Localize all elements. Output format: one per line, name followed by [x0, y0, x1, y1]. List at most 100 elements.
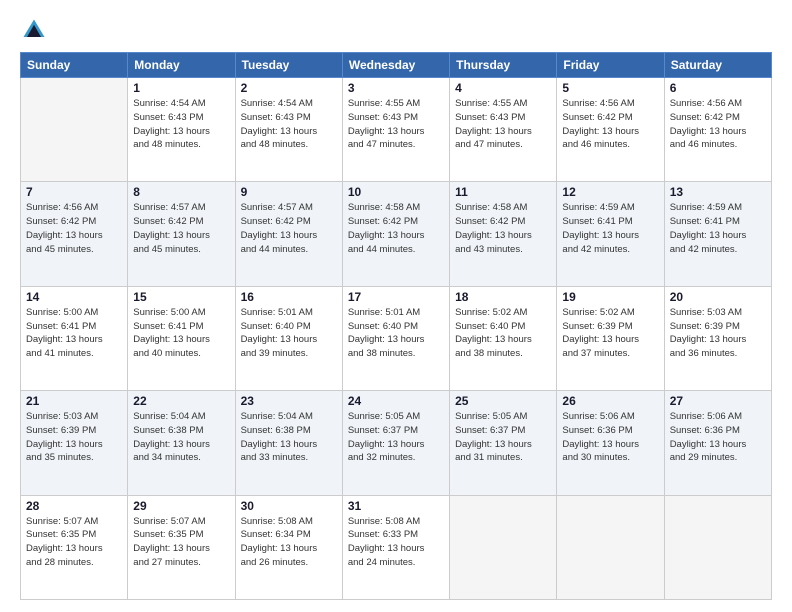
calendar-day-cell: 31 Sunrise: 5:08 AMSunset: 6:33 PMDayligh… — [342, 495, 449, 599]
day-detail: Sunrise: 4:56 AMSunset: 6:42 PMDaylight:… — [562, 97, 658, 152]
day-detail: Sunrise: 4:59 AMSunset: 6:41 PMDaylight:… — [670, 201, 766, 256]
calendar-day-cell: 9 Sunrise: 4:57 AMSunset: 6:42 PMDaylight… — [235, 182, 342, 286]
calendar-day-cell: 16 Sunrise: 5:01 AMSunset: 6:40 PMDayligh… — [235, 286, 342, 390]
day-number: 25 — [455, 394, 551, 408]
weekday-header: Tuesday — [235, 53, 342, 78]
day-number: 14 — [26, 290, 122, 304]
calendar-day-cell: 20 Sunrise: 5:03 AMSunset: 6:39 PMDayligh… — [664, 286, 771, 390]
calendar-week-row: 1 Sunrise: 4:54 AMSunset: 6:43 PMDaylight… — [21, 78, 772, 182]
header — [20, 16, 772, 44]
calendar-day-cell: 27Sunrise: 5:06 AMSunset: 6:36 PMDayligh… — [664, 391, 771, 495]
calendar-day-cell: 24 Sunrise: 5:05 AMSunset: 6:37 PMDayligh… — [342, 391, 449, 495]
calendar-day-cell: 5 Sunrise: 4:56 AMSunset: 6:42 PMDaylight… — [557, 78, 664, 182]
day-detail: Sunrise: 5:08 AMSunset: 6:33 PMDaylight:… — [348, 515, 444, 570]
day-detail: Sunrise: 4:58 AMSunset: 6:42 PMDaylight:… — [455, 201, 551, 256]
weekday-header: Monday — [128, 53, 235, 78]
day-number: 28 — [26, 499, 122, 513]
day-detail: Sunrise: 5:01 AMSunset: 6:40 PMDaylight:… — [241, 306, 337, 361]
weekday-header: Wednesday — [342, 53, 449, 78]
day-detail: Sunrise: 5:04 AMSunset: 6:38 PMDaylight:… — [133, 410, 229, 465]
day-detail: Sunrise: 4:56 AMSunset: 6:42 PMDaylight:… — [26, 201, 122, 256]
calendar-day-cell: 21 Sunrise: 5:03 AMSunset: 6:39 PMDayligh… — [21, 391, 128, 495]
day-detail: Sunrise: 5:04 AMSunset: 6:38 PMDaylight:… — [241, 410, 337, 465]
calendar-day-cell: 4Sunrise: 4:55 AMSunset: 6:43 PMDaylight… — [450, 78, 557, 182]
day-number: 23 — [241, 394, 337, 408]
calendar-day-cell: 6 Sunrise: 4:56 AMSunset: 6:42 PMDaylight… — [664, 78, 771, 182]
day-number: 4 — [455, 81, 551, 95]
day-number: 18 — [455, 290, 551, 304]
day-detail: Sunrise: 4:59 AMSunset: 6:41 PMDaylight:… — [562, 201, 658, 256]
day-number: 1 — [133, 81, 229, 95]
day-detail: Sunrise: 5:07 AMSunset: 6:35 PMDaylight:… — [26, 515, 122, 570]
calendar-day-cell: 19 Sunrise: 5:02 AMSunset: 6:39 PMDayligh… — [557, 286, 664, 390]
calendar-day-cell: 12Sunrise: 4:59 AMSunset: 6:41 PMDayligh… — [557, 182, 664, 286]
day-number: 7 — [26, 185, 122, 199]
day-number: 5 — [562, 81, 658, 95]
day-detail: Sunrise: 5:02 AMSunset: 6:40 PMDaylight:… — [455, 306, 551, 361]
calendar-day-cell: 23 Sunrise: 5:04 AMSunset: 6:38 PMDayligh… — [235, 391, 342, 495]
calendar-day-cell: 3 Sunrise: 4:55 AMSunset: 6:43 PMDaylight… — [342, 78, 449, 182]
page: SundayMondayTuesdayWednesdayThursdayFrid… — [0, 0, 792, 612]
calendar-week-row: 14Sunrise: 5:00 AMSunset: 6:41 PMDayligh… — [21, 286, 772, 390]
day-number: 9 — [241, 185, 337, 199]
day-number: 19 — [562, 290, 658, 304]
calendar-day-cell: 15Sunrise: 5:00 AMSunset: 6:41 PMDayligh… — [128, 286, 235, 390]
day-number: 15 — [133, 290, 229, 304]
calendar-day-cell: 8 Sunrise: 4:57 AMSunset: 6:42 PMDaylight… — [128, 182, 235, 286]
day-detail: Sunrise: 5:01 AMSunset: 6:40 PMDaylight:… — [348, 306, 444, 361]
calendar-day-cell: 22Sunrise: 5:04 AMSunset: 6:38 PMDayligh… — [128, 391, 235, 495]
day-number: 6 — [670, 81, 766, 95]
day-detail: Sunrise: 4:54 AMSunset: 6:43 PMDaylight:… — [133, 97, 229, 152]
calendar-day-cell: 18 Sunrise: 5:02 AMSunset: 6:40 PMDayligh… — [450, 286, 557, 390]
calendar-day-cell: 26 Sunrise: 5:06 AMSunset: 6:36 PMDayligh… — [557, 391, 664, 495]
day-number: 20 — [670, 290, 766, 304]
calendar-table: SundayMondayTuesdayWednesdayThursdayFrid… — [20, 52, 772, 600]
day-number: 26 — [562, 394, 658, 408]
calendar-day-cell: 14Sunrise: 5:00 AMSunset: 6:41 PMDayligh… — [21, 286, 128, 390]
day-detail: Sunrise: 5:07 AMSunset: 6:35 PMDaylight:… — [133, 515, 229, 570]
day-number: 16 — [241, 290, 337, 304]
calendar-day-cell: 17 Sunrise: 5:01 AMSunset: 6:40 PMDayligh… — [342, 286, 449, 390]
day-detail: Sunrise: 4:57 AMSunset: 6:42 PMDaylight:… — [241, 201, 337, 256]
day-number: 2 — [241, 81, 337, 95]
day-detail: Sunrise: 4:58 AMSunset: 6:42 PMDaylight:… — [348, 201, 444, 256]
day-number: 10 — [348, 185, 444, 199]
calendar-week-row: 21 Sunrise: 5:03 AMSunset: 6:39 PMDayligh… — [21, 391, 772, 495]
day-number: 8 — [133, 185, 229, 199]
weekday-header: Saturday — [664, 53, 771, 78]
calendar-day-cell: 30Sunrise: 5:08 AMSunset: 6:34 PMDayligh… — [235, 495, 342, 599]
calendar-week-row: 28 Sunrise: 5:07 AMSunset: 6:35 PMDayligh… — [21, 495, 772, 599]
day-detail: Sunrise: 5:03 AMSunset: 6:39 PMDaylight:… — [26, 410, 122, 465]
day-detail: Sunrise: 4:54 AMSunset: 6:43 PMDaylight:… — [241, 97, 337, 152]
day-detail: Sunrise: 5:06 AMSunset: 6:36 PMDaylight:… — [670, 410, 766, 465]
calendar-day-cell: 25 Sunrise: 5:05 AMSunset: 6:37 PMDayligh… — [450, 391, 557, 495]
weekday-header: Thursday — [450, 53, 557, 78]
calendar-day-cell: 13 Sunrise: 4:59 AMSunset: 6:41 PMDayligh… — [664, 182, 771, 286]
day-number: 29 — [133, 499, 229, 513]
calendar-header-row: SundayMondayTuesdayWednesdayThursdayFrid… — [21, 53, 772, 78]
day-detail: Sunrise: 5:06 AMSunset: 6:36 PMDaylight:… — [562, 410, 658, 465]
weekday-header: Sunday — [21, 53, 128, 78]
day-detail: Sunrise: 5:05 AMSunset: 6:37 PMDaylight:… — [348, 410, 444, 465]
day-number: 13 — [670, 185, 766, 199]
day-detail: Sunrise: 4:57 AMSunset: 6:42 PMDaylight:… — [133, 201, 229, 256]
logo-icon — [20, 16, 48, 44]
calendar-day-cell: 11 Sunrise: 4:58 AMSunset: 6:42 PMDayligh… — [450, 182, 557, 286]
calendar-day-cell: 28 Sunrise: 5:07 AMSunset: 6:35 PMDayligh… — [21, 495, 128, 599]
calendar-day-cell: 29 Sunrise: 5:07 AMSunset: 6:35 PMDayligh… — [128, 495, 235, 599]
day-detail: Sunrise: 4:55 AMSunset: 6:43 PMDaylight:… — [348, 97, 444, 152]
calendar-day-cell — [664, 495, 771, 599]
day-number: 3 — [348, 81, 444, 95]
day-detail: Sunrise: 5:05 AMSunset: 6:37 PMDaylight:… — [455, 410, 551, 465]
day-detail: Sunrise: 5:03 AMSunset: 6:39 PMDaylight:… — [670, 306, 766, 361]
day-detail: Sunrise: 5:02 AMSunset: 6:39 PMDaylight:… — [562, 306, 658, 361]
day-detail: Sunrise: 5:08 AMSunset: 6:34 PMDaylight:… — [241, 515, 337, 570]
weekday-header: Friday — [557, 53, 664, 78]
day-number: 24 — [348, 394, 444, 408]
day-number: 21 — [26, 394, 122, 408]
day-number: 11 — [455, 185, 551, 199]
day-detail: Sunrise: 4:56 AMSunset: 6:42 PMDaylight:… — [670, 97, 766, 152]
calendar-week-row: 7 Sunrise: 4:56 AMSunset: 6:42 PMDaylight… — [21, 182, 772, 286]
day-number: 17 — [348, 290, 444, 304]
day-number: 31 — [348, 499, 444, 513]
